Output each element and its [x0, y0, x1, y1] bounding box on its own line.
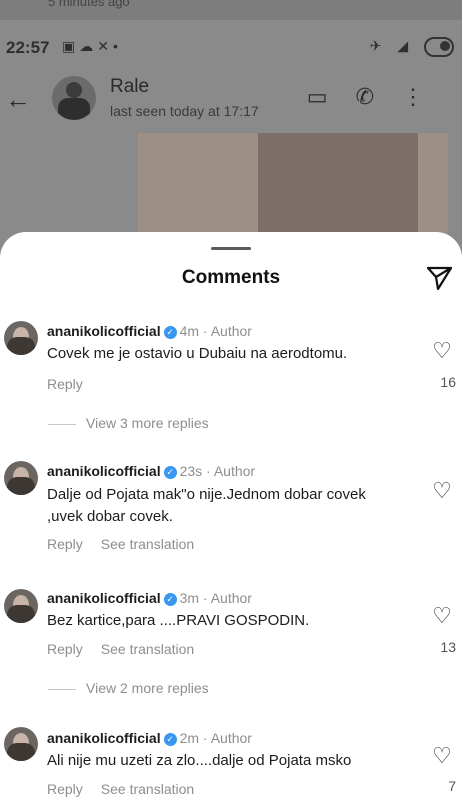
comment-actions: Reply See translation — [47, 781, 212, 797]
comment-time: 3m — [179, 590, 200, 606]
phone-icon[interactable]: ✆ — [356, 84, 402, 109]
heart-icon[interactable]: ♡ — [430, 745, 454, 767]
comment-actions: Reply — [47, 376, 101, 392]
see-translation-button[interactable]: See translation — [101, 641, 194, 657]
commenter-avatar[interactable] — [4, 321, 38, 355]
contact-avatar[interactable] — [52, 76, 96, 120]
share-icon[interactable] — [424, 262, 454, 292]
comment-username[interactable]: ananikolicofficial — [47, 323, 161, 339]
verified-badge-icon: ✓ — [163, 325, 177, 339]
comment-actions: Reply See translation — [47, 536, 212, 552]
verified-badge-icon: ✓ — [163, 465, 177, 479]
comment-meta: ananikolicofficial ✓ 2m · Author — [47, 730, 252, 746]
more-vert-icon[interactable]: ⋮ — [402, 84, 452, 109]
heart-icon[interactable]: ♡ — [430, 605, 454, 627]
heart-icon[interactable]: ♡ — [430, 340, 454, 362]
verified-badge-icon: ✓ — [163, 592, 177, 606]
comment-username[interactable]: ananikolicofficial — [47, 463, 161, 479]
heart-icon[interactable]: ♡ — [430, 480, 454, 502]
reply-button[interactable]: Reply — [47, 781, 83, 797]
view-more-replies[interactable]: View 2 more replies — [48, 680, 209, 696]
status-time: 22:57 — [6, 38, 50, 57]
comment-time: 4m — [179, 323, 200, 339]
drag-handle[interactable] — [211, 247, 251, 250]
notification-time: 5 minutes ago — [48, 0, 130, 9]
commenter-avatar[interactable] — [4, 727, 38, 761]
commenter-avatar[interactable] — [4, 461, 38, 495]
comment-actions: Reply See translation — [47, 641, 212, 657]
comment-username[interactable]: ananikolicofficial — [47, 730, 161, 746]
see-translation-button[interactable]: See translation — [101, 536, 194, 552]
see-translation-button[interactable]: See translation — [101, 781, 194, 797]
notification-strip: 5 minutes ago — [0, 0, 462, 20]
like-count: 13 — [440, 639, 456, 655]
comment-meta: ananikolicofficial ✓ 23s · Author — [47, 463, 256, 479]
view-more-replies[interactable]: View 3 more replies — [48, 415, 209, 431]
video-call-icon[interactable]: ▭ — [307, 84, 356, 109]
status-bar: 22:57 ▣☁✕• ✈ ◢ — [0, 30, 462, 64]
notification-icons: ▣☁✕• — [62, 38, 122, 54]
chat-header: ← Rale last seen today at 17:17 ▭✆⋮ — [0, 70, 462, 126]
comment-time: 23s — [179, 463, 203, 479]
sheet-title: Comments — [181, 267, 281, 288]
last-seen-text: last seen today at 17:17 — [110, 103, 259, 119]
like-count: 7 — [448, 778, 456, 794]
chat-image — [138, 133, 448, 243]
system-icons: ✈ ◢ — [370, 37, 454, 57]
author-label: Author — [213, 463, 256, 479]
battery-icon — [424, 37, 454, 57]
commenter-avatar[interactable] — [4, 589, 38, 623]
back-arrow-icon[interactable]: ← — [5, 84, 31, 115]
reply-button[interactable]: Reply — [47, 376, 83, 392]
author-label: Author — [210, 323, 252, 339]
comment-text: Covek me je ostavio u Dubaiu na aerodtom… — [47, 345, 348, 362]
reply-button[interactable]: Reply — [47, 641, 83, 657]
author-label: Author — [210, 590, 252, 606]
author-label: Author — [210, 730, 252, 746]
reply-button[interactable]: Reply — [47, 536, 83, 552]
comment-username[interactable]: ananikolicofficial — [47, 590, 161, 606]
comment-text: Ali nije mu uzeti za zlo....dalje od Poj… — [47, 752, 352, 769]
comment-text: Dalje od Pojata mak"o nije.Jednom dobar … — [47, 486, 366, 525]
comment-meta: ananikolicofficial ✓ 4m · Author — [47, 323, 252, 339]
comment-meta: ananikolicofficial ✓ 3m · Author — [47, 590, 252, 606]
verified-badge-icon: ✓ — [163, 732, 177, 746]
like-count: 16 — [440, 374, 456, 390]
comment-text: Bez kartice,para ....PRAVI GOSPODIN. — [47, 612, 310, 629]
header-actions: ▭✆⋮ — [307, 84, 452, 110]
comments-sheet: Comments ananikolicofficial ✓ 4m · Author … — [0, 232, 462, 800]
comment-time: 2m — [179, 730, 200, 746]
contact-name[interactable]: Rale — [110, 76, 149, 98]
